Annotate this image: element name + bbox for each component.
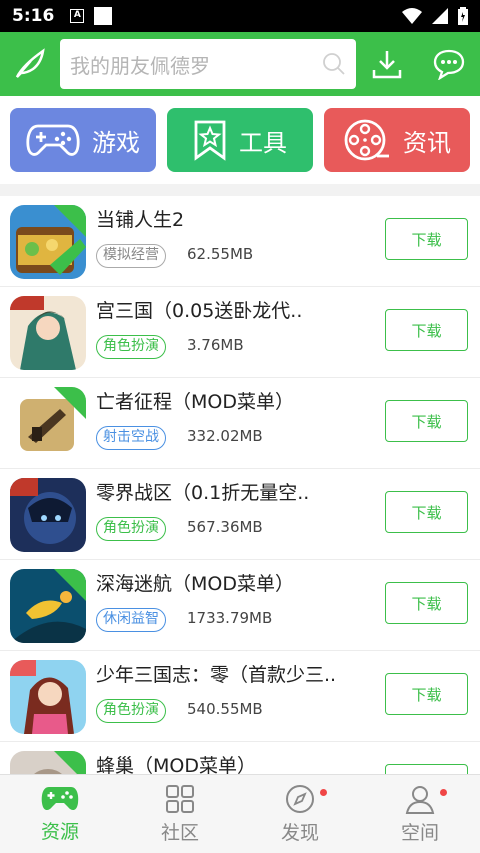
app-logo-feather-icon[interactable] (0, 32, 60, 96)
tab-discover[interactable]: 发现 (240, 775, 360, 853)
tab-community[interactable]: 社区 (120, 775, 240, 853)
app-size: 540.55MB (187, 700, 263, 718)
app-name: 零界战区（0.1折无量空.. (96, 482, 310, 504)
app-icon (10, 205, 86, 279)
gamepad-icon (26, 124, 80, 156)
download-button[interactable]: 下载 (385, 673, 468, 715)
notification-dot (320, 789, 327, 796)
app-category-tag: 角色扮演 (96, 335, 166, 359)
app-name: 亡者征程（MOD菜单） (96, 391, 294, 413)
notification-square-icon (94, 7, 113, 25)
tab-space[interactable]: 空间 (360, 775, 480, 853)
app-name: 当铺人生2 (96, 209, 185, 231)
app-name: 蜂巢（MOD菜单） (96, 755, 256, 774)
list-item[interactable]: 当铺人生2 模拟经营 62.55MB 下载 (0, 196, 480, 287)
download-manager-button[interactable] (356, 32, 418, 96)
app-category-tag: 模拟经营 (96, 244, 166, 268)
app-category-tag: 角色扮演 (96, 517, 166, 541)
download-button[interactable]: 下载 (385, 582, 468, 624)
bookmark-star-icon (194, 120, 226, 161)
gamepad-icon (41, 786, 79, 810)
app-icon (10, 478, 86, 552)
user-icon (405, 785, 435, 814)
tab-community-label: 社区 (160, 821, 199, 844)
list-item[interactable]: 宫三国（0.05送卧龙代.. 角色扮演 3.76MB 下载 (0, 287, 480, 378)
list-item[interactable]: 亡者征程（MOD菜单） 射击空战 332.02MB 下载 (0, 378, 480, 469)
grid-icon (166, 784, 194, 813)
bottom-tab-bar: 资源 社区 发现 空间 (0, 774, 480, 853)
list-item[interactable]: 深海迷航（MOD菜单） 休闲益智 1733.79MB 下载 (0, 560, 480, 651)
category-news-label: 资讯 (403, 128, 451, 157)
download-icon (372, 51, 402, 79)
app-category-tag: 角色扮演 (96, 699, 166, 723)
category-tools-label: 工具 (239, 128, 287, 157)
search-box[interactable]: 我的朋友佩德罗 (60, 39, 356, 89)
app-size: 332.02MB (187, 427, 263, 445)
app-size: 1733.79MB (187, 609, 273, 627)
app-size: 567.36MB (187, 518, 263, 536)
wifi-icon (402, 8, 422, 24)
download-button[interactable]: 下载 (385, 400, 468, 442)
app-list: 当铺人生2 模拟经营 62.55MB 下载 宫三国（0.05送卧龙代.. 角色扮… (0, 196, 480, 774)
app-icon (10, 569, 86, 643)
download-button[interactable]: 下载 (385, 309, 468, 351)
messages-button[interactable] (418, 32, 480, 96)
status-time: 5:16 (12, 6, 55, 26)
tab-discover-label: 发现 (280, 821, 319, 844)
chat-bubble-icon (433, 49, 465, 80)
search-icon[interactable] (322, 52, 346, 76)
download-button[interactable]: 下载 (385, 218, 468, 260)
compass-icon (286, 784, 314, 813)
status-bar: 5:16 A (0, 0, 480, 32)
app-name: 深海迷航（MOD菜单） (96, 573, 294, 595)
notification-a-icon: A (70, 9, 85, 23)
app-category-tag: 休闲益智 (96, 608, 166, 632)
battery-icon (458, 7, 468, 25)
app-icon (10, 751, 86, 774)
signal-icon (432, 8, 448, 24)
tab-space-label: 空间 (400, 821, 439, 844)
download-button[interactable]: 下载 (385, 491, 468, 533)
category-bar: 游戏 工具 资讯 (0, 96, 480, 184)
category-tools-button[interactable]: 工具 (167, 108, 313, 172)
app-icon (10, 660, 86, 734)
list-item[interactable]: 蜂巢（MOD菜单） 下载 (0, 742, 480, 774)
category-games-button[interactable]: 游戏 (10, 108, 156, 172)
app-icon (10, 296, 86, 370)
search-input[interactable]: 我的朋友佩德罗 (70, 50, 322, 79)
list-item[interactable]: 少年三国志：零（首款少三.. 角色扮演 540.55MB 下载 (0, 651, 480, 742)
category-games-label: 游戏 (92, 128, 140, 157)
app-icon (10, 387, 86, 461)
tab-resources[interactable]: 资源 (0, 775, 120, 853)
category-news-button[interactable]: 资讯 (324, 108, 470, 172)
tab-resources-label: 资源 (40, 820, 79, 843)
app-name: 少年三国志：零（首款少三.. (96, 664, 337, 686)
app-bar: 我的朋友佩德罗 (0, 32, 480, 96)
notification-dot (440, 789, 447, 796)
list-item[interactable]: 零界战区（0.1折无量空.. 角色扮演 567.36MB 下载 (0, 469, 480, 560)
app-size: 62.55MB (187, 245, 254, 263)
download-button[interactable]: 下载 (385, 764, 468, 774)
film-reel-icon (344, 119, 389, 161)
app-name: 宫三国（0.05送卧龙代.. (96, 300, 303, 322)
app-size: 3.76MB (187, 336, 244, 354)
app-category-tag: 射击空战 (96, 426, 166, 450)
